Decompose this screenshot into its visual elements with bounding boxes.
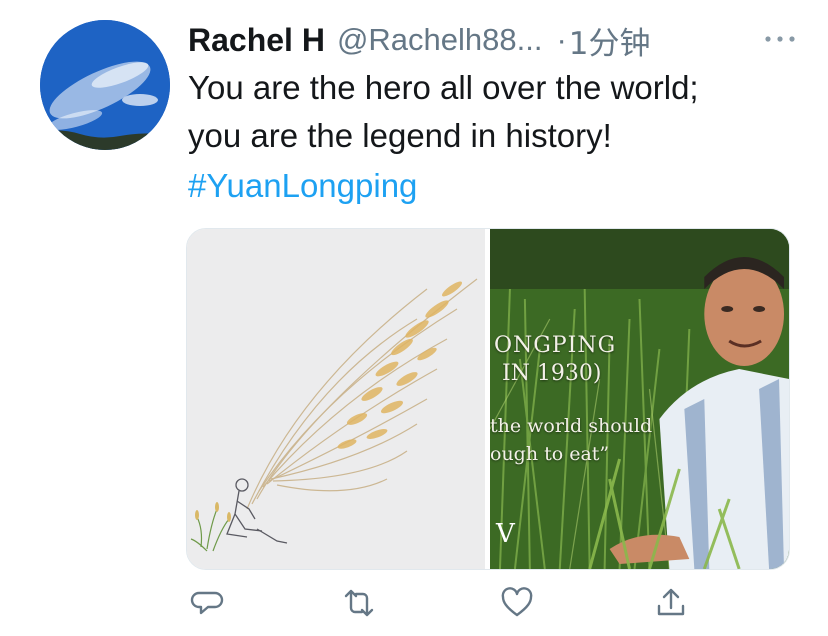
separator-dot: · bbox=[556, 22, 567, 57]
photo-caption-line: ONGPING bbox=[494, 333, 617, 358]
media-image-sketch[interactable] bbox=[187, 229, 485, 569]
hashtag-link[interactable]: #YuanLongping bbox=[188, 162, 417, 210]
tweet-header: Rachel H @Rachelh88... · 1分钟 bbox=[188, 18, 798, 62]
media-image-photo[interactable]: ONGPING IN 1930) the world should ough t… bbox=[490, 229, 789, 569]
tweet-text-line: You are the hero all over the world; bbox=[188, 69, 699, 106]
avatar[interactable] bbox=[40, 20, 170, 150]
tweet-text-line: you are the legend in history! bbox=[188, 117, 612, 154]
tweet-actions bbox=[188, 586, 688, 626]
wing-sketch-illustration bbox=[187, 229, 485, 569]
avatar-sky-image bbox=[40, 20, 170, 150]
more-icon[interactable] bbox=[762, 24, 798, 54]
reply-icon[interactable] bbox=[190, 586, 224, 620]
like-icon[interactable] bbox=[500, 586, 534, 620]
author-handle[interactable]: @Rachelh88... bbox=[337, 22, 543, 58]
media-grid: ONGPING IN 1930) the world should ough t… bbox=[186, 228, 790, 570]
retweet-icon[interactable] bbox=[340, 586, 374, 620]
share-icon[interactable] bbox=[654, 586, 688, 620]
rice-field-photo bbox=[490, 229, 789, 569]
timestamp[interactable]: 1分钟 bbox=[569, 18, 651, 63]
photo-caption-line: IN 1930) bbox=[502, 361, 602, 386]
photo-logo-mark: V bbox=[496, 519, 515, 549]
photo-caption-line: the world should bbox=[490, 415, 653, 437]
photo-caption-line: ough to eat” bbox=[490, 443, 610, 465]
author-name[interactable]: Rachel H bbox=[188, 22, 325, 59]
tweet-text: You are the hero all over the world; you… bbox=[188, 64, 808, 160]
